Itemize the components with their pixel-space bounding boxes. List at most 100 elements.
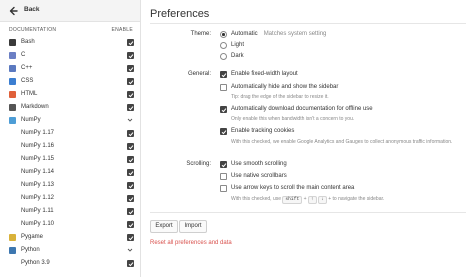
preferences-panel: Preferences Theme: Automatic Matches syst…: [141, 0, 474, 277]
doc-item-label: C: [21, 52, 26, 58]
arrow-keys-note-prefix: With this checked, use: [231, 196, 282, 202]
fixed-width-label[interactable]: Enable fixed-width layout: [231, 71, 298, 77]
tracking-cookies-checkbox[interactable]: [220, 128, 227, 135]
doc-item-label: NumPy 1.12: [21, 195, 55, 201]
enable-checkbox[interactable]: [127, 234, 134, 241]
doc-version-item[interactable]: NumPy 1.10: [0, 218, 140, 231]
doc-item[interactable]: Python: [0, 244, 140, 257]
enable-checkbox[interactable]: [127, 52, 134, 59]
checkmark-icon: [128, 66, 133, 71]
smooth-scrolling-checkbox[interactable]: [220, 161, 227, 168]
theme-automatic-option[interactable]: Automatic Matches system setting: [231, 31, 326, 37]
enable-checkbox[interactable]: [127, 130, 134, 137]
chevron-down-icon[interactable]: [127, 117, 133, 123]
checkmark-icon: [128, 196, 133, 201]
pygame-icon: [9, 234, 16, 241]
theme-automatic-label: Automatic: [231, 31, 258, 37]
arrow-keys-note-suffix: to navigate the sidebar.: [332, 196, 385, 202]
checkmark-icon: [128, 157, 133, 162]
theme-light-label[interactable]: Light: [231, 42, 244, 48]
numpy-icon: [9, 117, 16, 124]
offline-download-checkbox[interactable]: [220, 106, 227, 113]
shift-key: shift: [282, 196, 303, 204]
auto-hide-sidebar-label[interactable]: Automatically hide and show the sidebar: [231, 84, 338, 90]
doc-version-item[interactable]: NumPy 1.14: [0, 166, 140, 179]
import-button[interactable]: Import: [179, 220, 207, 233]
doc-item[interactable]: C: [0, 49, 140, 62]
fixed-width-checkbox[interactable]: [220, 71, 227, 78]
doc-version-item[interactable]: NumPy 1.15: [0, 153, 140, 166]
enable-checkbox[interactable]: [127, 182, 134, 189]
native-scrollbars-checkbox[interactable]: [220, 173, 227, 180]
theme-automatic-hint: Matches system setting: [263, 31, 327, 37]
enable-column-header: ENABLE: [111, 27, 133, 33]
arrow-keys-checkbox[interactable]: [220, 185, 227, 192]
theme-automatic-radio[interactable]: [220, 31, 227, 38]
doc-version-item[interactable]: NumPy 1.11: [0, 205, 140, 218]
doc-item-label: NumPy: [21, 117, 41, 123]
checkmark-icon: [128, 209, 133, 214]
arrow-left-icon: [9, 6, 18, 16]
python-icon: [9, 247, 16, 254]
enable-checkbox[interactable]: [127, 169, 134, 176]
back-button[interactable]: Back: [0, 0, 140, 22]
enable-checkbox[interactable]: [127, 156, 134, 163]
enable-checkbox[interactable]: [127, 195, 134, 202]
doc-item[interactable]: CSS: [0, 75, 140, 88]
cpp-icon: [9, 65, 16, 72]
theme-dark-radio[interactable]: [220, 53, 227, 60]
checkmark-icon: [128, 40, 133, 45]
actions-divider: [150, 212, 466, 213]
doc-item[interactable]: Bash: [0, 36, 140, 49]
chevron-down-icon[interactable]: [127, 247, 133, 253]
general-section-label: General:: [187, 71, 211, 77]
doc-item-label: Pygame: [21, 234, 44, 240]
doc-item-label: HTML: [21, 91, 38, 97]
enable-checkbox[interactable]: [127, 208, 134, 215]
arrow-keys-label[interactable]: Use arrow keys to scroll the main conten…: [231, 185, 354, 191]
doc-version-item[interactable]: Python 3.9: [0, 257, 140, 270]
doc-item[interactable]: C++: [0, 62, 140, 75]
export-button[interactable]: Export: [150, 220, 178, 233]
reset-all-link[interactable]: Reset all preferences and data: [150, 240, 232, 246]
tracking-cookies-note: With this checked, we enable Google Anal…: [231, 139, 453, 145]
checkmark-icon: [128, 222, 133, 227]
doc-item-label: NumPy 1.10: [21, 221, 55, 227]
checkmark-icon: [128, 235, 133, 240]
doc-version-item[interactable]: NumPy 1.16: [0, 140, 140, 153]
native-scrollbars-label[interactable]: Use native scrollbars: [231, 173, 287, 179]
theme-dark-label[interactable]: Dark: [231, 53, 244, 59]
doc-version-item[interactable]: NumPy 1.13: [0, 179, 140, 192]
doc-item[interactable]: NumPy: [0, 114, 140, 127]
doc-item-label: NumPy 1.17: [21, 130, 55, 136]
checkmark-icon: [128, 170, 133, 175]
tracking-cookies-label[interactable]: Enable tracking cookies: [231, 128, 294, 134]
auto-hide-sidebar-checkbox[interactable]: [220, 84, 227, 91]
checkmark-icon: [221, 129, 226, 134]
doc-version-item[interactable]: NumPy 1.12: [0, 192, 140, 205]
c-icon: [9, 52, 16, 59]
docs-list-header: DOCUMENTATION ENABLE: [0, 22, 140, 36]
enable-checkbox[interactable]: [127, 260, 134, 267]
html-icon: [9, 91, 16, 98]
theme-light-radio[interactable]: [220, 42, 227, 49]
doc-item-label: NumPy 1.16: [21, 143, 55, 149]
sidebar: Back DOCUMENTATION ENABLE Bash C C++ CSS HTM…: [0, 0, 141, 277]
enable-checkbox[interactable]: [127, 65, 134, 72]
page-title: Preferences: [150, 8, 210, 20]
enable-checkbox[interactable]: [127, 143, 134, 150]
enable-checkbox[interactable]: [127, 78, 134, 85]
doc-item[interactable]: Pygame: [0, 231, 140, 244]
enable-checkbox[interactable]: [127, 39, 134, 46]
enable-checkbox[interactable]: [127, 221, 134, 228]
checkmark-icon: [221, 72, 226, 77]
smooth-scrolling-label[interactable]: Use smooth scrolling: [231, 161, 287, 167]
offline-download-label[interactable]: Automatically download documentation for…: [231, 106, 373, 112]
doc-version-item[interactable]: NumPy 1.17: [0, 127, 140, 140]
checkmark-icon: [128, 79, 133, 84]
enable-checkbox[interactable]: [127, 91, 134, 98]
css-icon: [9, 78, 16, 85]
enable-checkbox[interactable]: [127, 104, 134, 111]
doc-item[interactable]: HTML: [0, 88, 140, 101]
doc-item[interactable]: Markdown: [0, 101, 140, 114]
